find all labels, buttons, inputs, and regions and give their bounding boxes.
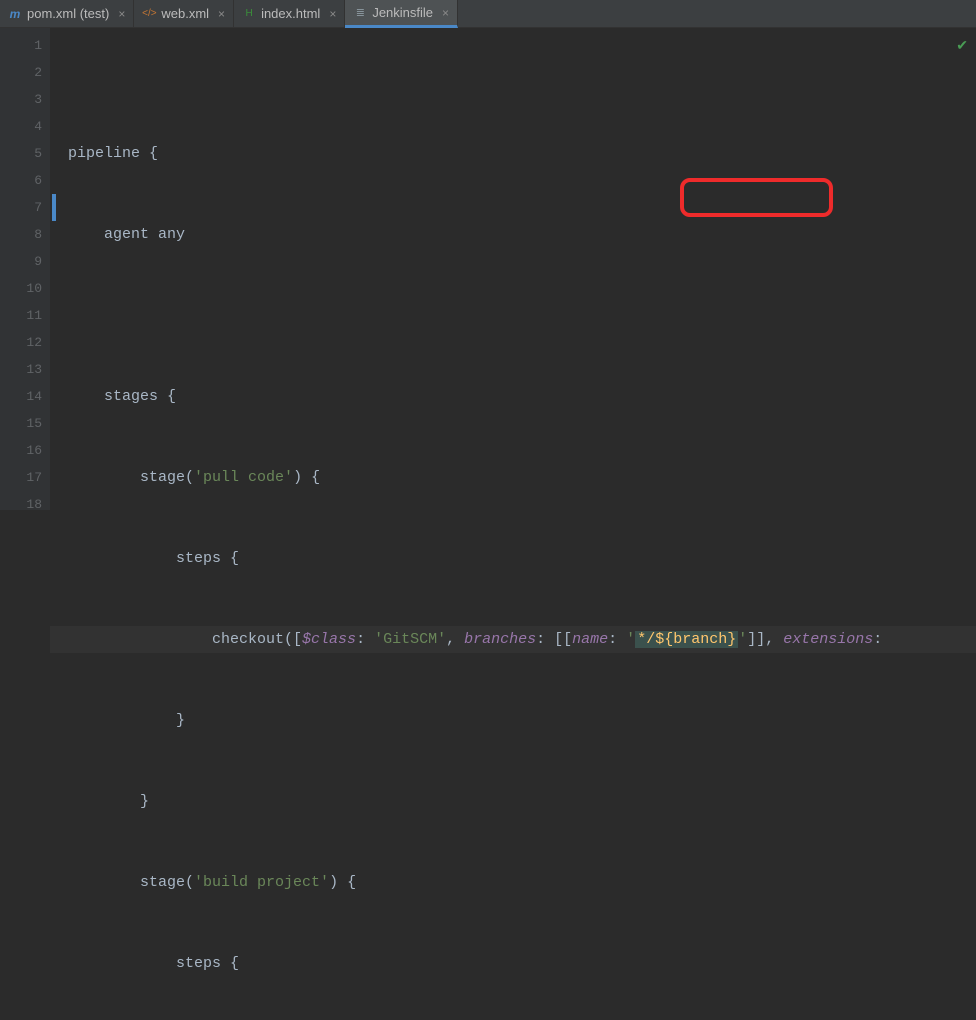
line-number: 5 (0, 140, 42, 167)
close-icon[interactable]: × (118, 7, 125, 21)
code-line: } (68, 788, 976, 815)
line-number: 17 (0, 464, 42, 491)
code-line: agent any (68, 221, 976, 248)
line-number: 18 (0, 491, 42, 518)
tab-pom[interactable]: m pom.xml (test) × (0, 0, 134, 27)
code-line: steps { (68, 545, 976, 572)
code-line: stage('build project') { (68, 869, 976, 896)
line-number: 10 (0, 275, 42, 302)
line-number: 6 (0, 167, 42, 194)
html-icon: H (242, 7, 256, 21)
file-icon: ≣ (353, 6, 367, 20)
editor: 1 2 3 4 5 6 7 8 9 10 11 12 13 14 15 16 1… (0, 28, 976, 510)
line-number: 16 (0, 437, 42, 464)
tab-label: web.xml (161, 6, 209, 21)
tab-jenkinsfile[interactable]: ≣ Jenkinsfile × (345, 0, 458, 28)
close-icon[interactable]: × (442, 6, 449, 20)
line-number: 3 (0, 86, 42, 113)
xml-icon: </> (142, 7, 156, 21)
tab-index[interactable]: H index.html × (234, 0, 345, 27)
code-line: checkout([$class: 'GitSCM', branches: [[… (68, 626, 976, 653)
highlight-branch: */${branch} (635, 631, 738, 648)
line-number: 13 (0, 356, 42, 383)
close-icon[interactable]: × (329, 7, 336, 21)
tab-bar: m pom.xml (test) × </> web.xml × H index… (0, 0, 976, 28)
line-number: 15 (0, 410, 42, 437)
tab-label: index.html (261, 6, 320, 21)
line-number: 8 (0, 221, 42, 248)
line-number: 11 (0, 302, 42, 329)
tab-webxml[interactable]: </> web.xml × (134, 0, 234, 27)
code-line: stages { (68, 383, 976, 410)
tab-label: pom.xml (test) (27, 6, 109, 21)
code-line: steps { (68, 950, 976, 977)
line-number: 7 (0, 194, 42, 221)
check-icon: ✔ (956, 34, 968, 61)
gutter: 1 2 3 4 5 6 7 8 9 10 11 12 13 14 15 16 1… (0, 28, 50, 510)
line-number: 9 (0, 248, 42, 275)
code-line: stage('pull code') { (68, 464, 976, 491)
line-number: 4 (0, 113, 42, 140)
line-number: 1 (0, 32, 42, 59)
code-line: } (68, 707, 976, 734)
close-icon[interactable]: × (218, 7, 225, 21)
annotation-box (680, 178, 833, 217)
line-number: 2 (0, 59, 42, 86)
tab-label: Jenkinsfile (372, 5, 433, 20)
code-line: pipeline { (68, 140, 976, 167)
code-line (68, 302, 976, 329)
line-number: 12 (0, 329, 42, 356)
maven-icon: m (8, 7, 22, 21)
code-area[interactable]: ✔ pipeline { agent any stages { stage('p… (50, 28, 976, 510)
line-number: 14 (0, 383, 42, 410)
